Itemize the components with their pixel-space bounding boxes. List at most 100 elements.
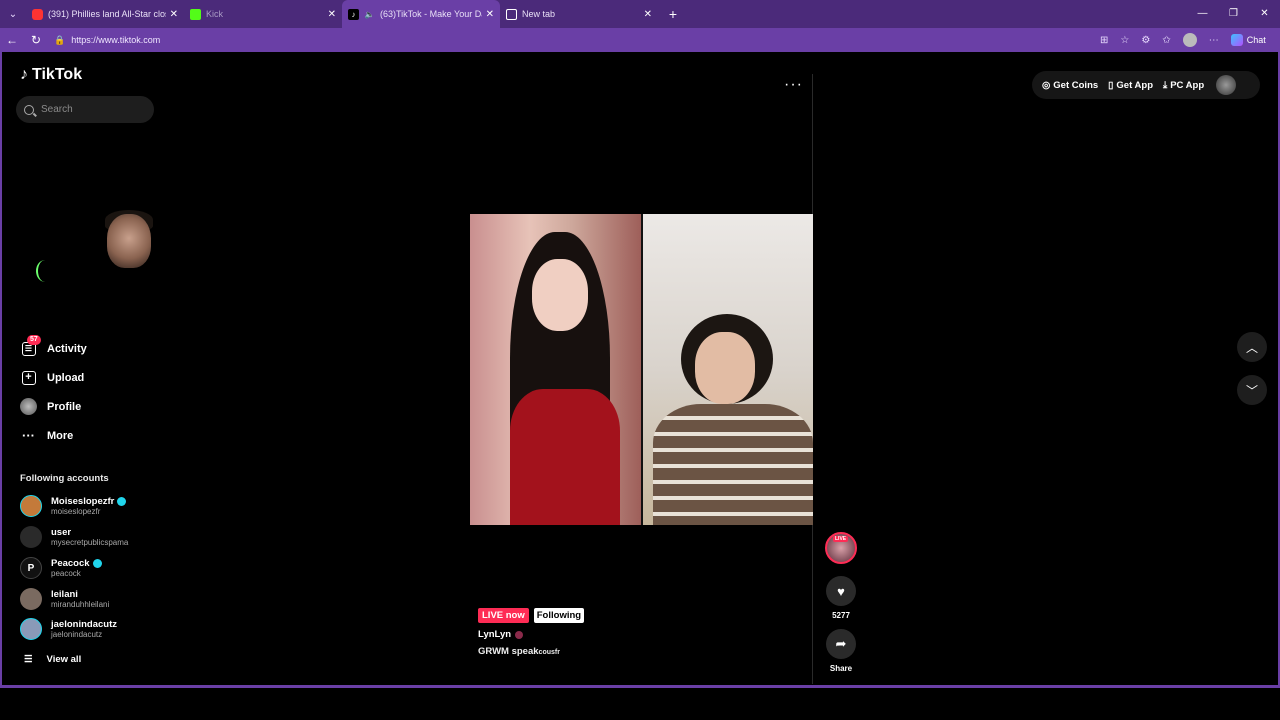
tab-actions-menu-icon[interactable]: ⌄ (0, 0, 26, 28)
refresh-icon[interactable]: ↻ (24, 33, 48, 47)
sidebar-item-label: Activity (47, 342, 87, 355)
user-avatar[interactable] (1216, 75, 1237, 95)
webcam-overlay (2, 202, 272, 322)
sidebar-item-label: Profile (47, 400, 82, 413)
tab-new[interactable]: New tab ✕ (500, 0, 658, 28)
chevron-up-icon: ︿ (1245, 340, 1258, 355)
get-coins-button[interactable]: ◎ Get Coins (1042, 80, 1098, 91)
chat-label: Chat (1246, 35, 1266, 45)
heart-icon: ♥ (837, 583, 845, 599)
video-pane-right (642, 214, 813, 525)
video-person-dress (510, 389, 620, 525)
get-app-button[interactable]: ▯ Get App (1108, 80, 1153, 91)
browser-tab-bar: ⌄ (391) Phillies land All-Star closer Ji… (0, 0, 1280, 28)
close-window-icon[interactable]: ✕ (1249, 0, 1280, 28)
account-name: leilani (51, 588, 78, 600)
tiktok-note-icon: ♪ (20, 66, 28, 83)
collections-icon[interactable]: ✩ (1162, 35, 1170, 46)
sidebar-item-profile[interactable]: Profile (20, 392, 87, 421)
video-pane-left (470, 214, 643, 525)
upload-box: + (21, 370, 36, 385)
get-app-label: Get App (1116, 79, 1153, 91)
browser-profile-avatar[interactable] (1182, 33, 1197, 47)
tiktok-favicon-icon: ♪ (348, 8, 359, 20)
favorite-star-icon[interactable]: ☆ (1120, 35, 1129, 46)
following-accounts-heading: Following accounts (20, 473, 109, 484)
following-account-jaelonindacutz[interactable]: jaelonindacutz jaelonindacutz (20, 618, 117, 640)
creator-name[interactable]: LynLyn (478, 629, 524, 640)
search-icon (24, 104, 34, 115)
close-tab-icon[interactable]: ✕ (644, 9, 652, 20)
creator-live-avatar[interactable]: LIVE (825, 532, 857, 564)
more-icon: ··· (22, 428, 35, 443)
new-tab-favicon-icon (506, 8, 517, 20)
url-field[interactable]: 🔒 https://www.tiktok.com (54, 31, 1094, 49)
copilot-chat-button[interactable]: Chat (1230, 34, 1266, 46)
new-tab-button[interactable]: + (662, 6, 684, 22)
live-video-player[interactable] (470, 214, 813, 525)
tab-tiktok[interactable]: ♪ 🔈 (63)TikTok - Make Your Day ✕ (342, 0, 500, 28)
video-person-face (532, 259, 588, 331)
sidebar-nav: ☰ 57 Activity + Upload Profile ··· More (20, 334, 87, 450)
lock-icon[interactable]: 🔒 (54, 35, 65, 46)
tab-youtube[interactable]: (391) Phillies land All-Star closer Ji ✕ (26, 0, 184, 28)
share-button[interactable]: ➦ (826, 629, 856, 659)
sidebar-item-more[interactable]: ··· More (20, 421, 87, 450)
copilot-icon (1230, 34, 1243, 46)
account-handle: peacock (51, 568, 81, 578)
share-label: Share (829, 664, 853, 673)
caption-suffix: cousfr (538, 649, 560, 656)
live-now-badge[interactable]: LIVE now (478, 608, 529, 623)
tab-title: (63)TikTok - Make Your Day (380, 9, 482, 19)
settings-more-icon[interactable]: ⋯ (1209, 35, 1219, 46)
next-video-button[interactable]: ﹀ (1237, 375, 1267, 405)
following-account-user[interactable]: user mysecretpublicspama (20, 526, 128, 548)
search-placeholder: Search (41, 104, 73, 115)
avatar (20, 588, 42, 610)
more-options-icon[interactable]: ··· (784, 76, 803, 94)
minimize-icon[interactable]: — (1187, 0, 1218, 28)
account-name: jaelonindacutz (51, 618, 117, 630)
like-count: 5277 (832, 611, 850, 620)
tab-title: Kick (206, 9, 224, 19)
sidebar-item-activity[interactable]: ☰ 57 Activity (20, 334, 87, 363)
speaker-icon[interactable]: 🔈 (364, 9, 375, 20)
webcam-green-light (36, 260, 54, 282)
account-handle: miranduhhleilani (51, 599, 110, 609)
following-account-moiseslopezfr[interactable]: Moiseslopezfr moiseslopezfr (20, 495, 127, 517)
tiktok-logo[interactable]: ♪ TikTok (20, 66, 82, 84)
kick-favicon-icon (190, 8, 201, 20)
close-tab-icon[interactable]: ✕ (486, 9, 494, 20)
back-icon[interactable]: ← (0, 33, 24, 47)
caption-text: GRWM speak (478, 646, 539, 657)
avatar (20, 526, 42, 548)
download-icon: ⤓ (1163, 79, 1168, 91)
video-person-face (694, 332, 755, 404)
following-badge[interactable]: Following (533, 608, 585, 623)
get-coins-label: Get Coins (1053, 79, 1099, 91)
following-account-leilani[interactable]: leilani miranduhhleilani (20, 588, 109, 610)
tab-kick[interactable]: Kick ✕ (184, 0, 342, 28)
window-controls: — ❐ ✕ (1187, 0, 1280, 28)
app-available-icon[interactable]: ⊞ (1100, 35, 1108, 46)
search-input[interactable]: Search (16, 96, 154, 123)
tiktok-page: ♪ TikTok Search ☰ 57 Activity + Upload P… (0, 52, 1280, 688)
close-tab-icon[interactable]: ✕ (170, 9, 178, 20)
avatar: P (20, 557, 42, 579)
sidebar-item-upload[interactable]: + Upload (20, 363, 87, 392)
following-account-peacock[interactable]: P Peacock peacock (20, 557, 102, 579)
like-button[interactable]: ♥ (826, 576, 856, 606)
video-actions: LIVE ♥ 5277 ➦ Share (824, 532, 858, 673)
live-tag: LIVE (833, 536, 849, 542)
extensions-icon[interactable]: ⚙ (1141, 35, 1150, 46)
top-right-actions: ◎ Get Coins ▯ Get App ⤓ PC App (1032, 71, 1260, 99)
restore-icon[interactable]: ❐ (1218, 0, 1249, 28)
account-handle: moiseslopezfr (51, 506, 101, 516)
previous-video-button[interactable]: ︿ (1237, 332, 1267, 362)
pc-app-button[interactable]: ⤓ PC App (1163, 80, 1204, 91)
pc-app-label: PC App (1170, 79, 1205, 91)
close-tab-icon[interactable]: ✕ (328, 9, 336, 20)
phone-icon: ▯ (1108, 79, 1114, 91)
view-all-button[interactable]: ☰ View all (24, 654, 81, 665)
profile-icon (20, 398, 37, 415)
